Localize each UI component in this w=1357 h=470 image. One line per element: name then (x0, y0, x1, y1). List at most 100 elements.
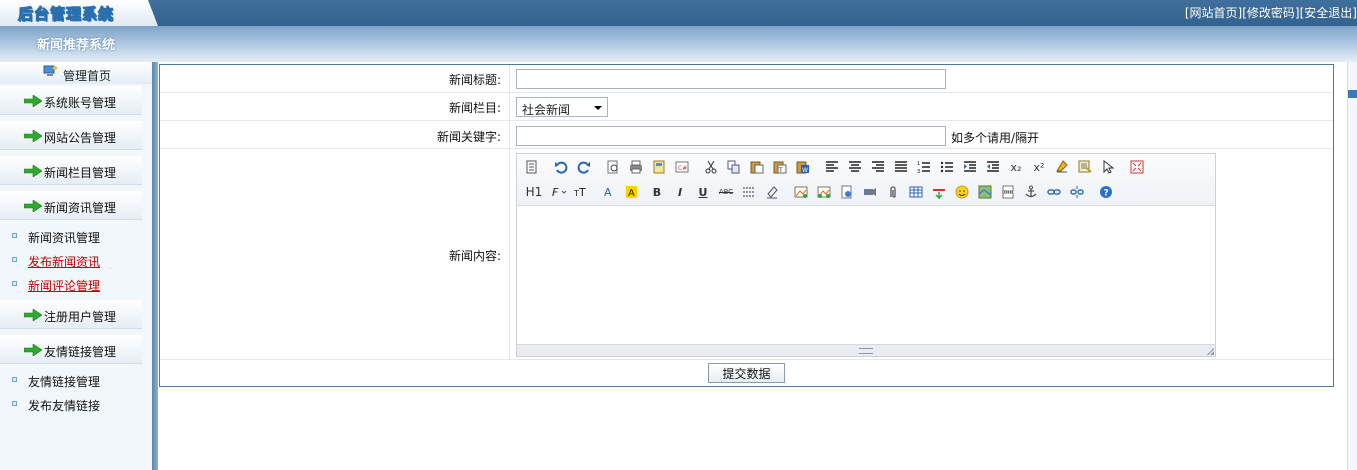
remove-format-icon[interactable] (763, 183, 781, 201)
select-all-icon[interactable] (1076, 158, 1094, 176)
table-icon[interactable] (907, 183, 925, 201)
ordered-list-icon[interactable]: 13 (915, 158, 933, 176)
editor-content-area[interactable] (517, 206, 1215, 344)
category-label: 新闻栏目: (448, 101, 501, 115)
paste-text-icon[interactable]: T (771, 158, 789, 176)
form-row-keywords: 新闻关键字: 如多个请用/隔开 (160, 121, 1333, 149)
italic-icon[interactable]: I (671, 183, 689, 201)
row-divider (509, 121, 510, 148)
resize-grip-icon (859, 348, 873, 354)
collapse-tab[interactable] (1348, 90, 1357, 98)
preview-icon[interactable] (604, 158, 622, 176)
svg-text:?: ? (1104, 189, 1109, 199)
form-row-category: 新闻栏目: 社会新闻 (160, 93, 1333, 121)
align-left-icon[interactable] (823, 158, 841, 176)
sidebar-item-label: 友情链接管理 (28, 375, 101, 389)
change-password-link[interactable]: [修改密码] (1242, 6, 1299, 20)
highlight-color-icon[interactable]: A (625, 183, 643, 201)
anchor-icon[interactable] (1022, 183, 1040, 201)
sidebar: 管理首页 系统账号管理 网站公告管理 新闻栏目管理 新闻资讯管理 新闻资讯管理 … (0, 62, 153, 470)
redo-icon[interactable] (575, 158, 593, 176)
hr-icon[interactable] (930, 183, 948, 201)
undo-icon[interactable] (552, 158, 570, 176)
line-height-icon[interactable] (740, 183, 758, 201)
sidebar-group-label: 新闻栏目管理 (44, 166, 117, 180)
font-family-icon[interactable]: F (550, 183, 568, 201)
indent-icon[interactable] (961, 158, 979, 176)
svg-text:1: 1 (917, 161, 920, 167)
attachment-icon[interactable] (884, 183, 902, 201)
green-arrow-icon (24, 130, 42, 142)
logo-title: 后台管理系统 (17, 5, 115, 24)
unordered-list-icon[interactable] (938, 158, 956, 176)
sidebar-group-system-accounts[interactable]: 系统账号管理 (0, 86, 142, 115)
superscript-icon[interactable]: x² (1030, 158, 1048, 176)
font-color-icon[interactable]: A (602, 183, 620, 201)
outdent-icon[interactable] (984, 158, 1002, 176)
sidebar-group-news-columns[interactable]: 新闻栏目管理 (0, 156, 142, 185)
submit-button[interactable]: 提交数据 (708, 363, 785, 383)
heading-icon[interactable]: H1 (523, 183, 545, 201)
site-home-link[interactable]: [网站首页] (1185, 6, 1242, 20)
source-icon[interactable] (523, 158, 541, 176)
select-icon[interactable] (1099, 158, 1117, 176)
sidebar-item-label: 新闻资讯管理 (28, 231, 101, 245)
image-icon[interactable] (792, 183, 810, 201)
subscript-icon[interactable]: x₂ (1007, 158, 1025, 176)
strikethrough-icon[interactable]: ABC (717, 183, 735, 201)
paste-word-icon[interactable]: C# (673, 158, 691, 176)
paste-icon[interactable] (748, 158, 766, 176)
underline-icon[interactable]: U (694, 183, 712, 201)
sidebar-item-news-comments[interactable]: 新闻评论管理 (0, 273, 150, 295)
bold-icon[interactable]: B (648, 183, 666, 201)
link-icon[interactable] (1045, 183, 1063, 201)
sidebar-group-notices[interactable]: 网站公告管理 (0, 121, 142, 150)
resize-corner-icon[interactable] (1206, 347, 1214, 355)
green-arrow-icon (24, 165, 42, 177)
sidebar-home[interactable]: 管理首页 (0, 62, 153, 84)
copy-icon[interactable] (725, 158, 743, 176)
media-icon[interactable] (861, 183, 879, 201)
svg-text:C#: C# (678, 165, 687, 172)
sidebar-group-label: 网站公告管理 (44, 131, 117, 145)
flash-icon[interactable] (838, 183, 856, 201)
pagebreak-icon[interactable] (999, 183, 1017, 201)
sidebar-group-label: 新闻资讯管理 (44, 201, 117, 215)
align-center-icon[interactable] (846, 158, 864, 176)
sidebar-group-links[interactable]: 友情链接管理 (0, 335, 142, 364)
sidebar-group-news[interactable]: 新闻资讯管理 (0, 191, 142, 220)
emoticon-icon[interactable] (953, 183, 971, 201)
sidebar-item-publish-news[interactable]: 发布新闻资讯 (0, 249, 150, 271)
keywords-hint: 如多个请用/隔开 (951, 131, 1040, 145)
bullet-icon (12, 377, 17, 382)
paste-word2-icon[interactable]: W (794, 158, 812, 176)
form-row-submit: 提交数据 (160, 360, 1333, 386)
unlink-icon[interactable] (1068, 183, 1086, 201)
template-icon[interactable] (650, 158, 668, 176)
editor-resize-bar[interactable] (517, 344, 1215, 356)
help-icon[interactable]: ? (1097, 183, 1115, 201)
rich-text-editor: C# T W 13 x₂ x² H1 F T T A A B I U ABC ? (516, 153, 1216, 357)
bullet-icon (12, 233, 17, 238)
align-right-icon[interactable] (869, 158, 887, 176)
bullet-icon (12, 401, 17, 406)
sidebar-item-publish-link[interactable]: 发布友情链接 (0, 393, 150, 415)
sidebar-item-links-manage[interactable]: 友情链接管理 (0, 369, 150, 391)
print-icon[interactable] (627, 158, 645, 176)
cut-icon[interactable] (702, 158, 720, 176)
fullscreen-icon[interactable] (1128, 158, 1146, 176)
keywords-input[interactable] (516, 126, 946, 146)
category-select[interactable]: 社会新闻 (516, 97, 608, 117)
logout-link[interactable]: [安全退出] (1300, 6, 1357, 20)
clear-format-icon[interactable] (1053, 158, 1071, 176)
map-icon[interactable] (976, 183, 994, 201)
sidebar-item-news-manage[interactable]: 新闻资讯管理 (0, 225, 150, 247)
green-arrow-icon (24, 95, 42, 107)
multi-image-icon[interactable] (815, 183, 833, 201)
sidebar-group-users[interactable]: 注册用户管理 (0, 300, 142, 329)
title-input[interactable] (516, 69, 946, 89)
font-size-icon[interactable]: TT (573, 183, 591, 201)
justify-icon[interactable] (892, 158, 910, 176)
editor-toolbar-row-2: H1 F TT A A B I U ABC ? (523, 182, 1120, 202)
top-bar: 后台管理系统 [网站首页][修改密码][安全退出] (0, 0, 1357, 26)
